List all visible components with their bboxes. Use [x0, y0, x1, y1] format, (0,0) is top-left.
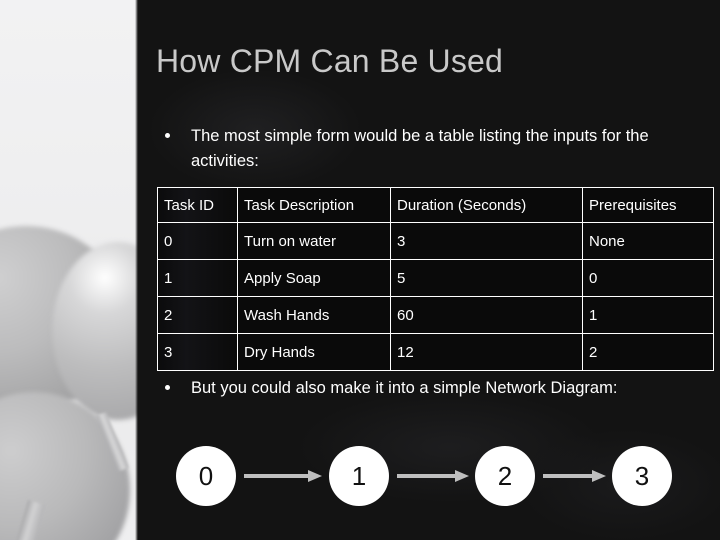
network-node-3: 3 [612, 446, 672, 506]
bullet-item-2: But you could also make it into a simple… [157, 376, 677, 401]
cell-task-id: 0 [157, 222, 238, 260]
slide-title: How CPM Can Be Used [156, 43, 504, 79]
cell-duration: 3 [390, 222, 583, 260]
cell-prerequisites: 2 [582, 333, 714, 371]
table-row: 3 Dry Hands 12 2 [157, 333, 714, 371]
bullet-dot-icon [165, 385, 170, 390]
bullet-row: But you could also make it into a simple… [157, 376, 677, 401]
cell-task-id: 3 [157, 333, 238, 371]
task-table: Task ID Task Description Duration (Secon… [157, 187, 714, 371]
table-row: 2 Wash Hands 60 1 [157, 296, 714, 334]
column-header-duration: Duration (Seconds) [390, 187, 583, 223]
bullet-item-1: The most simple form would be a table li… [157, 124, 702, 174]
network-node-1: 1 [329, 446, 389, 506]
table-row: 1 Apply Soap 5 0 [157, 259, 714, 297]
cell-description: Turn on water [237, 222, 391, 260]
arrow-shaft [543, 474, 593, 478]
bullet-row: The most simple form would be a table li… [157, 124, 702, 174]
cell-description: Dry Hands [237, 333, 391, 371]
photo-edge-fade [135, 0, 138, 540]
bullet-text-1: The most simple form would be a table li… [191, 127, 649, 170]
cell-duration: 12 [390, 333, 583, 371]
table-row: 0 Turn on water 3 None [157, 222, 714, 260]
arrow-head [308, 470, 322, 482]
decorative-photo-pushpins [0, 0, 138, 540]
cell-prerequisites: 1 [582, 296, 714, 334]
arrow-shaft [244, 474, 309, 478]
cell-duration: 5 [390, 259, 583, 297]
table-header-row: Task ID Task Description Duration (Secon… [157, 187, 714, 223]
cell-task-id: 1 [157, 259, 238, 297]
bullet-text-2: But you could also make it into a simple… [191, 379, 618, 397]
arrow-head [455, 470, 469, 482]
network-node-0: 0 [176, 446, 236, 506]
cell-prerequisites: None [582, 222, 714, 260]
cell-description: Apply Soap [237, 259, 391, 297]
column-header-task-id: Task ID [157, 187, 238, 223]
arrow-right-icon [397, 470, 469, 482]
cell-duration: 60 [390, 296, 583, 334]
column-header-prerequisites: Prerequisites [582, 187, 714, 223]
cell-task-id: 2 [157, 296, 238, 334]
network-diagram: 0 1 2 3 [157, 440, 713, 516]
arrow-shaft [397, 474, 456, 478]
column-header-task-description: Task Description [237, 187, 391, 223]
cell-description: Wash Hands [237, 296, 391, 334]
network-node-2: 2 [475, 446, 535, 506]
arrow-head [592, 470, 606, 482]
cell-prerequisites: 0 [582, 259, 714, 297]
arrow-right-icon [244, 470, 322, 482]
slide-canvas: How CPM Can Be Used The most simple form… [0, 0, 720, 540]
bullet-dot-icon [165, 133, 170, 138]
arrow-right-icon [543, 470, 606, 482]
